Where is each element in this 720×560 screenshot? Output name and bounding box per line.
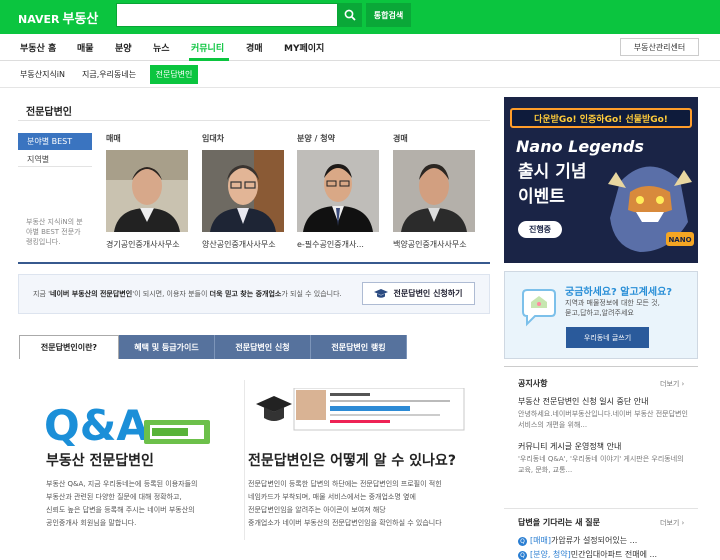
expert-photo[interactable] (106, 150, 188, 232)
tab-expert-ranking[interactable]: 전문답변인 랭킹 (311, 335, 407, 359)
nav-item-auction[interactable]: 경매 (246, 41, 263, 54)
sub-nav-item-experts[interactable]: 전문답변인 (150, 65, 198, 84)
expert-category: 임대차 (202, 134, 225, 143)
neighborhood-write-button[interactable]: 우리동네 글쓰기 (566, 327, 649, 348)
left-note: 부동산 지식iN의 분야별 BEST 전문가 랭킹입니다. (26, 218, 83, 246)
ad-line-1: 출시 기념 (518, 162, 587, 182)
ad-banner[interactable]: 다운받Go! 인증하Go! 선물받Go! Nano Legends 출시 기념 … (504, 97, 698, 263)
neighborhood-title: 궁금하세요? 알고계세요? (565, 287, 673, 298)
service-name: 부동산 (62, 12, 99, 27)
naver-logo[interactable]: NAVER 부동산 (18, 8, 98, 27)
expert-caption[interactable]: e-필수공인중개사... (297, 239, 364, 250)
graduation-cap-icon (374, 288, 389, 298)
expert-category: 매매 (106, 134, 121, 143)
expert-category: 경매 (393, 134, 408, 143)
search-input[interactable] (116, 3, 338, 27)
notice-item-desc: '우리동네 Q&A', '우리동네 이야기' 게시판은 우리동네의 교육, 문화… (518, 455, 684, 474)
section-divider (18, 120, 490, 121)
expert-category: 분양 / 청약 (297, 134, 335, 143)
sub-nav-item-neighborhood[interactable]: 지금,우리동네는 (82, 69, 136, 80)
total-search-button[interactable]: 통합검색 (366, 3, 411, 27)
ad-line-2: 이벤트 (518, 187, 565, 207)
notice-divider (504, 366, 698, 367)
expert-caption[interactable]: 백양공인중개사사무소 (393, 239, 467, 250)
panel-left-title: 부동산 전문답변인 (46, 453, 154, 469)
panel-right-text: 전문답변인이 등록한 답변의 하단에는 전문답변인의 프로필이 적힌 네임카드가… (248, 480, 442, 527)
sub-nav: 부동산지식iN 지금,우리동네는 전문답변인 (0, 61, 720, 88)
notice-item-title[interactable]: 커뮤니티 게시글 운영정책 안내 (518, 441, 621, 452)
svg-text:Q&A: Q&A (44, 401, 149, 450)
management-center-button[interactable]: 부동산관리센터 (620, 38, 699, 56)
nav-item-listings[interactable]: 매물 (77, 41, 94, 54)
panel-right-title: 전문답변인은 어떻게 알 수 있나요? (248, 453, 456, 469)
expert-photo[interactable] (202, 150, 284, 232)
ad-top-text: 다운받Go! 인증하Go! 선물받Go! (510, 108, 692, 128)
nav-item-presale[interactable]: 분양 (115, 41, 132, 54)
monster-character-illustration: NANO (608, 166, 694, 252)
apply-info-text: 지금 '네이버 부동산의 전문답변인'이 되시면, 이용자 분들이 더욱 믿고 … (33, 290, 342, 298)
svg-text:NANO: NANO (668, 236, 691, 244)
tab-benefits-guide[interactable]: 혜택 및 등급가이드 (119, 335, 215, 359)
ad-cta-button[interactable]: 진행중 (518, 221, 562, 238)
info-tabs: 전문답변인이란? 혜택 및 등급가이드 전문답변인 신청 전문답변인 랭킹 (18, 335, 490, 359)
qa-illustration: Q&A (44, 398, 214, 454)
tab-field-best[interactable]: 분야별 BEST (18, 133, 92, 150)
expert-caption[interactable]: 경기공인중개사사무소 (106, 239, 180, 250)
apply-info-box: 지금 '네이버 부동산의 전문답변인'이 되시면, 이용자 분들이 더욱 믿고 … (18, 274, 490, 314)
tab-what-is-expert[interactable]: 전문답변인이란? (19, 335, 119, 359)
expert-caption[interactable]: 양산공인중개사사무소 (202, 239, 276, 250)
section-bottom-rule (18, 262, 490, 264)
main-nav: 부동산 홈 매물 분양 뉴스 커뮤니티 경매 MY페이지 부동산관리센터 (0, 34, 720, 61)
expert-photo[interactable] (393, 150, 475, 232)
name-card-illustration (250, 387, 470, 436)
speech-bubble-icon (522, 289, 556, 327)
questions-title: 답변을 기다리는 새 질문 (518, 518, 600, 527)
search-button[interactable] (338, 3, 362, 27)
panel-divider (244, 380, 245, 540)
nav-item-community[interactable]: 커뮤니티 (191, 41, 224, 54)
nav-item-home[interactable]: 부동산 홈 (20, 41, 56, 54)
section-title: 전문답변인 (26, 107, 72, 118)
apply-expert-button[interactable]: 전문답변인 신청하기 (362, 282, 475, 305)
notice-item-desc: 안녕하세요.네이버부동산입니다.네이버 부동산 전문답변인 서비스의 개편을 위… (518, 410, 688, 429)
question-item[interactable]: Q [매매]가압류가 설정되어있는 ... (518, 535, 637, 546)
neighborhood-desc: 지역과 매물정보에 대한 모든 것, 묻고,답하고,알려주세요 (565, 299, 660, 317)
neighborhood-write-box: 궁금하세요? 알고계세요? 지역과 매물정보에 대한 모든 것, 묻고,답하고,… (504, 271, 698, 359)
notice-item-title[interactable]: 부동산 전문답변인 신청 일시 중단 안내 (518, 396, 648, 407)
nav-item-mypage[interactable]: MY페이지 (284, 41, 324, 54)
notice-more-link[interactable]: 더보기 › (660, 379, 684, 389)
question-item[interactable]: Q [분양, 청약]민간임대아파트 전매에 ... (518, 549, 657, 560)
question-icon: Q (518, 537, 527, 546)
questions-divider (504, 508, 698, 509)
what-is-expert-panel: Q&A 부동산 전문답변인 부동산 Q&A, 지금 우리동네는에 등록된 이용자… (18, 380, 490, 545)
expert-photo[interactable] (297, 150, 379, 232)
top-bar: NAVER 부동산 통합검색 (0, 0, 720, 34)
tab-region[interactable]: 지역별 (18, 151, 92, 167)
notice-title: 공지사항 (518, 379, 548, 388)
sub-nav-item-knowledge[interactable]: 부동산지식iN (20, 69, 65, 80)
questions-more-link[interactable]: 더보기 › (660, 518, 684, 528)
search-icon (344, 9, 356, 21)
nav-item-news[interactable]: 뉴스 (153, 41, 170, 54)
tab-expert-apply[interactable]: 전문답변인 신청 (215, 335, 311, 359)
panel-left-text: 부동산 Q&A, 지금 우리동네는에 등록된 이용자들의 부동산과 관련된 다양… (46, 480, 198, 527)
